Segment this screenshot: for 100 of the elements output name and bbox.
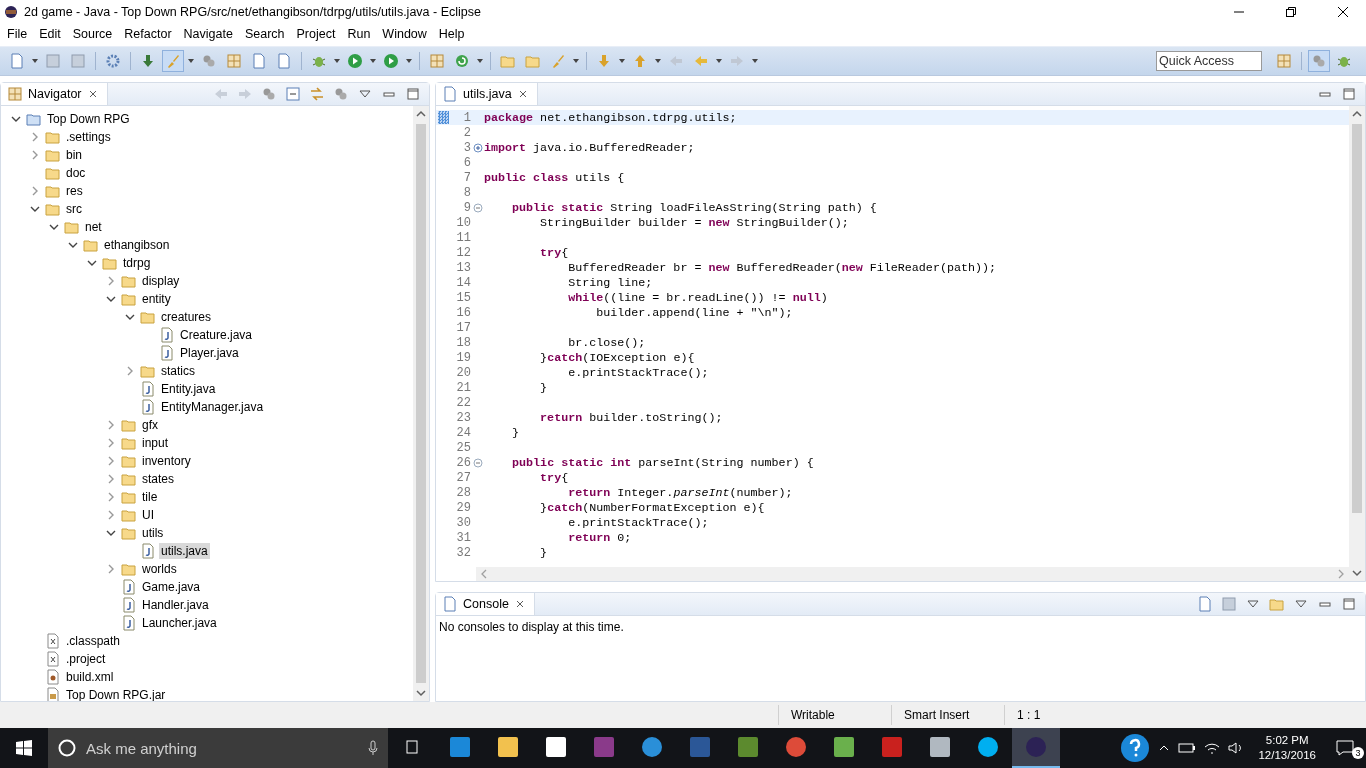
speech-bubble-icon — [1336, 740, 1354, 756]
tree-item[interactable]: tdrpg — [121, 255, 153, 271]
tree-item[interactable]: Entity.java — [159, 381, 218, 397]
java-file-icon — [121, 597, 137, 613]
tree-item[interactable]: .project — [64, 651, 108, 667]
tree-item[interactable]: Top Down RPG — [45, 111, 132, 127]
dropdown-caret-icon[interactable] — [715, 57, 723, 65]
app-icon — [880, 735, 904, 759]
tree-item[interactable]: gfx — [140, 417, 160, 433]
menu-item[interactable]: File — [2, 24, 33, 44]
tree-item[interactable]: creatures — [159, 309, 214, 325]
battery-icon[interactable] — [1178, 742, 1197, 754]
tree-item[interactable]: res — [64, 183, 85, 199]
menu-item[interactable]: Navigate — [178, 24, 238, 44]
tree-item[interactable]: states — [140, 471, 176, 487]
tree-item[interactable]: worlds — [140, 561, 179, 577]
microphone-icon[interactable] — [368, 740, 378, 756]
dropdown-caret-icon[interactable] — [31, 57, 39, 65]
code-line: e.printStackTrace(); — [567, 365, 709, 380]
tree-item[interactable]: utils — [140, 525, 166, 541]
tree-item[interactable]: doc — [64, 165, 88, 181]
tree-item[interactable]: display — [140, 273, 182, 289]
tree-item[interactable]: Creature.java — [178, 327, 255, 343]
line-number: 1 — [462, 110, 471, 125]
arrow-left-icon — [213, 86, 229, 102]
dropdown-caret-icon[interactable] — [654, 57, 662, 65]
app-icon — [592, 735, 616, 759]
search-field[interactable]: Ask me anything — [84, 738, 360, 758]
code-line: return builder.toString(); — [539, 410, 723, 425]
dropdown-caret-icon[interactable] — [333, 57, 341, 65]
line-number: 29 — [455, 500, 471, 515]
dropdown-caret-icon[interactable] — [187, 57, 195, 65]
tree-item[interactable]: net — [83, 219, 104, 235]
toolbar-button[interactable] — [1308, 50, 1330, 72]
tree-item[interactable]: input — [140, 435, 171, 451]
brush-icon — [165, 53, 181, 69]
tree-item[interactable]: Game.java — [140, 579, 203, 595]
code-line: StringBuilder builder = new StringBuilder(); — [539, 215, 849, 230]
dropdown-caret-icon[interactable] — [476, 57, 484, 65]
menu-item[interactable]: Help — [433, 24, 470, 44]
folder-icon — [121, 471, 137, 487]
arrow-right-icon — [729, 53, 745, 69]
tree-item[interactable]: .classpath — [64, 633, 123, 649]
menu-item[interactable]: Window — [377, 24, 432, 44]
tree-item[interactable]: .settings — [64, 129, 113, 145]
tree-item[interactable]: EntityManager.java — [159, 399, 266, 415]
tree-item[interactable]: utils.java — [159, 543, 210, 559]
tree-item[interactable]: Top Down RPG.jar — [64, 687, 168, 701]
tree-item[interactable]: Handler.java — [140, 597, 211, 613]
menu-item[interactable]: Project — [291, 24, 341, 44]
tree-item[interactable]: ethangibson — [102, 237, 172, 253]
dropdown-caret-icon[interactable] — [572, 57, 580, 65]
arrow-left-icon — [693, 53, 709, 69]
menu-item[interactable]: Source — [67, 24, 118, 44]
tree-item[interactable]: entity — [140, 291, 173, 307]
expand-fold-icon[interactable] — [472, 142, 483, 153]
navigator-tab[interactable]: Navigator — [1, 83, 108, 105]
line-number: 16 — [455, 305, 471, 320]
scrollbar[interactable] — [1349, 106, 1365, 581]
taskbar-app-button[interactable] — [1012, 728, 1060, 768]
tree-item[interactable]: src — [64, 201, 84, 217]
menu-item[interactable]: Edit — [34, 24, 66, 44]
tree-item[interactable]: Player.java — [178, 345, 241, 361]
console-tab[interactable]: Console — [436, 593, 535, 615]
tree-item[interactable]: UI — [140, 507, 156, 523]
tree-item[interactable]: Launcher.java — [140, 615, 219, 631]
collapse-fold-icon[interactable] — [472, 457, 483, 468]
tree-item[interactable]: statics — [159, 363, 197, 379]
maximize-icon — [1341, 596, 1357, 612]
clock[interactable]: 5:02 PM 12/13/2016 — [1252, 733, 1322, 763]
scrollbar[interactable] — [413, 106, 429, 701]
tree-item[interactable]: tile — [140, 489, 160, 505]
line-number: 23 — [455, 410, 471, 425]
help-icon[interactable] — [1120, 733, 1151, 763]
dropdown-caret-icon[interactable] — [369, 57, 377, 65]
quick-access-field[interactable]: Quick Access — [1156, 51, 1262, 71]
tree-item[interactable]: inventory — [140, 453, 193, 469]
menu-item[interactable]: Run — [342, 24, 376, 44]
collapse-fold-icon[interactable] — [472, 202, 483, 213]
clock-date: 12/13/2016 — [1258, 748, 1316, 763]
menu-item[interactable]: Search — [239, 24, 290, 44]
tree-item[interactable]: bin — [64, 147, 84, 163]
code-line: try{ — [539, 470, 569, 485]
line-number: 10 — [455, 215, 471, 230]
search-box[interactable]: Ask me anything — [48, 728, 388, 768]
line-number: 8 — [462, 185, 471, 200]
scrollbar[interactable] — [476, 567, 1349, 581]
java-file-icon — [140, 399, 156, 415]
wifi-icon[interactable] — [1204, 741, 1221, 755]
tree-item[interactable]: build.xml — [64, 669, 116, 685]
dropdown-caret-icon[interactable] — [618, 57, 626, 65]
dropdown-caret-icon[interactable] — [751, 57, 759, 65]
code-line: try{ — [539, 245, 569, 260]
maximize-icon — [405, 86, 421, 102]
menu-item[interactable]: Refactor — [119, 24, 177, 44]
dropdown-caret-icon[interactable] — [405, 57, 413, 65]
editor-tab[interactable]: utils.java — [436, 83, 538, 105]
restore-icon — [1286, 7, 1296, 17]
folder-icon — [121, 507, 137, 523]
app-icon — [832, 735, 856, 759]
